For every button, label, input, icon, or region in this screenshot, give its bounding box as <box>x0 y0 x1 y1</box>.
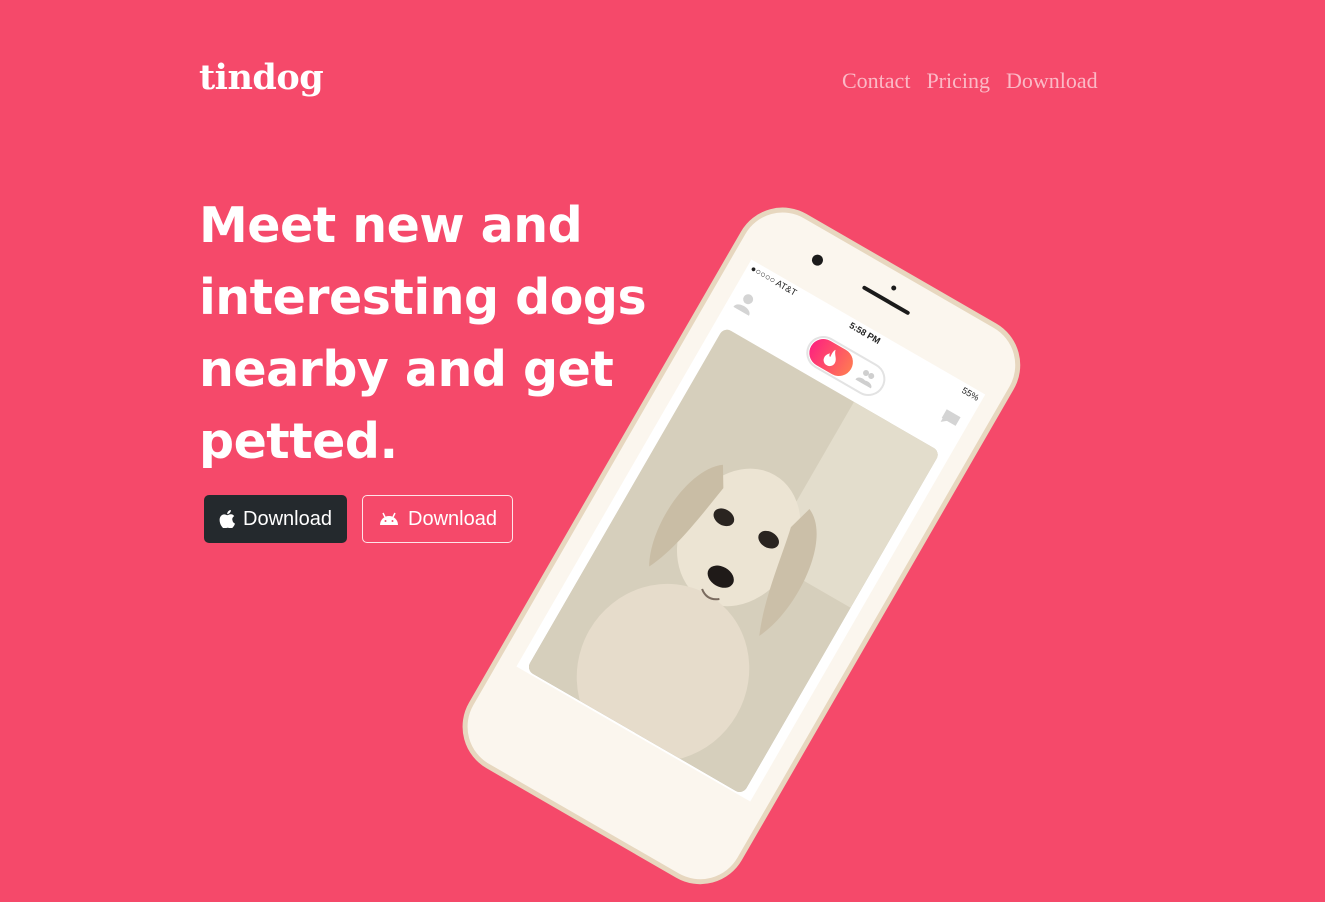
status-battery: 55% <box>960 385 981 403</box>
nav-link-download[interactable]: Download <box>1006 68 1098 94</box>
nav-bar: Contact Pricing Download <box>842 68 1098 94</box>
phone-sensor <box>890 284 898 292</box>
brand-logo[interactable]: tindog <box>199 57 324 98</box>
phone-speaker <box>861 285 911 316</box>
flame-icon <box>804 333 859 382</box>
nav-link-pricing[interactable]: Pricing <box>926 68 990 94</box>
status-carrier: ●○○○○ AT&T <box>748 263 799 298</box>
hero-headline: Meet new and interesting dogs nearby and… <box>199 197 647 470</box>
android-download-label: Download <box>408 507 497 530</box>
group-icon <box>853 366 879 392</box>
profile-icon[interactable] <box>731 290 759 320</box>
android-icon <box>378 512 400 526</box>
apple-download-label: Download <box>243 507 332 530</box>
android-download-button[interactable]: Download <box>362 495 513 543</box>
apple-download-button[interactable]: Download <box>204 495 347 543</box>
chat-icon[interactable] <box>935 407 963 436</box>
status-time: 5:58 PM <box>847 320 883 346</box>
nav-link-contact[interactable]: Contact <box>842 68 910 94</box>
phone-camera <box>809 252 825 268</box>
apple-icon <box>219 510 236 528</box>
